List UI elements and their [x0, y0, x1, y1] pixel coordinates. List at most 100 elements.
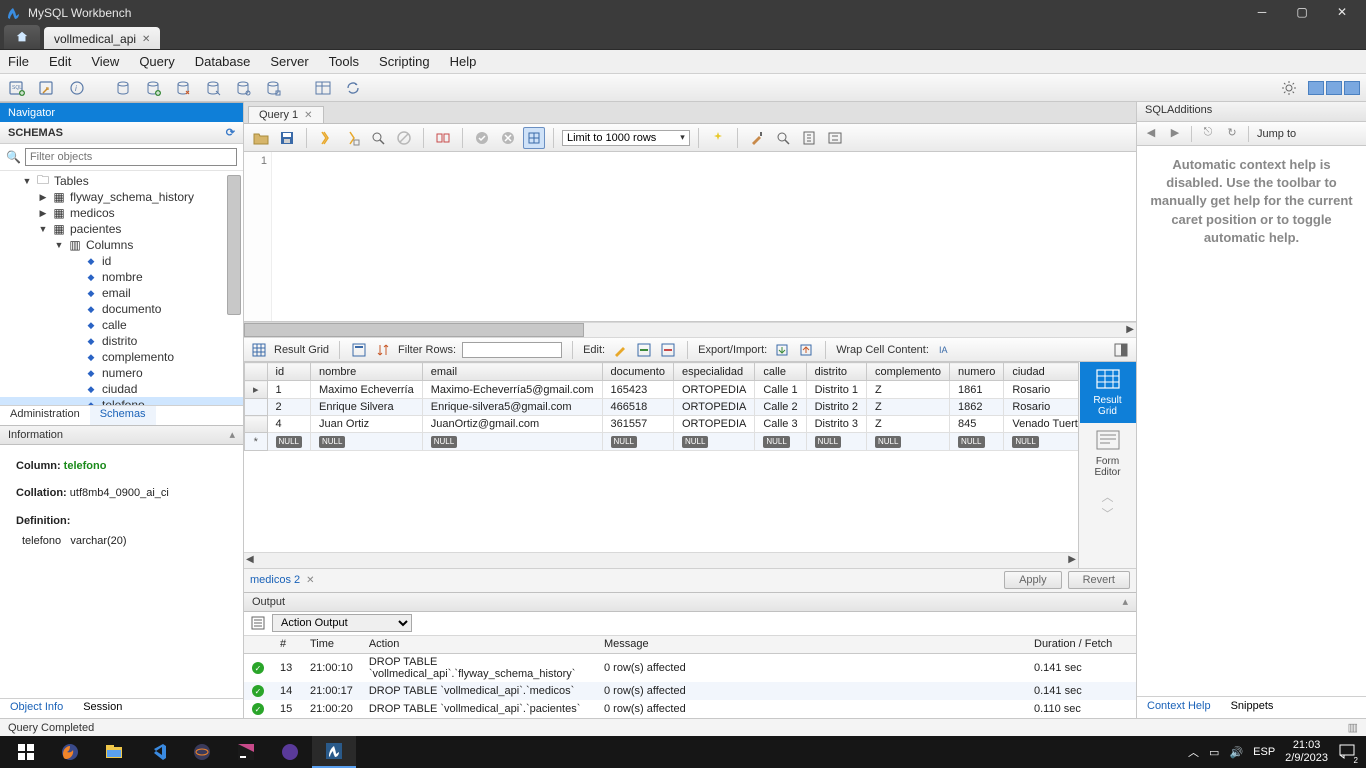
col-header-calle[interactable]: calle	[755, 363, 806, 381]
col-header-nombre[interactable]: nombre	[310, 363, 422, 381]
col-header-id[interactable]: id	[267, 363, 310, 381]
tray-lang[interactable]: ESP	[1253, 746, 1275, 758]
delete-row-icon[interactable]	[659, 341, 677, 359]
tree-table-2[interactable]: pacientes	[70, 222, 121, 236]
stop-icon[interactable]	[393, 127, 415, 149]
db-icon-2[interactable]	[142, 77, 164, 99]
row-selector[interactable]: *	[245, 433, 268, 451]
save-icon[interactable]	[276, 127, 298, 149]
editor-hscrollbar[interactable]: ▶	[244, 322, 1136, 338]
cell-documento[interactable]: 361557	[602, 416, 673, 433]
db-icon-3[interactable]	[172, 77, 194, 99]
menu-help[interactable]: Help	[450, 54, 477, 69]
execute-icon[interactable]	[315, 127, 337, 149]
settings-icon[interactable]	[1278, 77, 1300, 99]
cell-complemento[interactable]: Z	[867, 416, 950, 433]
import-icon[interactable]	[797, 341, 815, 359]
cell-null[interactable]: NULL	[950, 433, 1004, 451]
cell-distrito[interactable]: Distrito 3	[806, 416, 866, 433]
cell-id[interactable]: 1	[267, 381, 310, 399]
no-limit-icon[interactable]	[432, 127, 454, 149]
autocommit-icon[interactable]	[523, 127, 545, 149]
collapse-icon[interactable]: ▴	[229, 428, 235, 441]
cell-especialidad[interactable]: ORTOPEDIA	[673, 416, 754, 433]
col-7[interactable]: numero	[102, 366, 143, 380]
grid-hscrollbar[interactable]: ◀ ▶	[244, 552, 1078, 568]
result-grid[interactable]: id nombre email documento especialidad c…	[244, 362, 1078, 451]
reconnect-icon[interactable]	[342, 77, 364, 99]
tray-network-icon[interactable]: ▭	[1209, 746, 1219, 759]
close-result-tab-icon[interactable]: ✕	[306, 575, 314, 586]
cell-id[interactable]: 2	[267, 399, 310, 416]
close-button[interactable]: ✕	[1334, 5, 1350, 21]
execute-current-icon[interactable]	[341, 127, 363, 149]
col-header-numero[interactable]: numero	[950, 363, 1004, 381]
taskbar-insomnia[interactable]	[268, 736, 312, 768]
filter-rows-input[interactable]	[462, 342, 562, 358]
tree-table-1[interactable]: medicos	[70, 206, 115, 220]
taskbar-vscode[interactable]	[136, 736, 180, 768]
close-query-tab-icon[interactable]: ✕	[304, 110, 312, 121]
cell-complemento[interactable]: Z	[867, 381, 950, 399]
menu-tools[interactable]: Tools	[329, 54, 359, 69]
schema-tree[interactable]: ▼🗀Tables ▶▦flyway_schema_history ▶▦medic…	[0, 171, 243, 405]
nav-forward-icon[interactable]: ▶	[1167, 126, 1183, 142]
home-tab[interactable]	[4, 25, 40, 49]
mode-result-grid[interactable]: Result Grid	[1080, 362, 1136, 423]
mode-down-icon[interactable]: ﹀	[1101, 505, 1113, 522]
scroll-right-icon[interactable]: ▶	[1068, 554, 1076, 565]
cell-email[interactable]: Enrique-silvera5@gmail.com	[422, 399, 602, 416]
fullscreen-icon[interactable]	[1112, 341, 1130, 359]
sql-editor[interactable]: 1	[244, 152, 1136, 322]
db-icon-6[interactable]	[262, 77, 284, 99]
output-list-icon[interactable]	[250, 615, 266, 631]
db-icon-5[interactable]	[232, 77, 254, 99]
rollback-icon[interactable]	[497, 127, 519, 149]
col-5[interactable]: distrito	[102, 334, 137, 348]
cell-null[interactable]: NULL	[755, 433, 806, 451]
table-row-null[interactable]: *NULLNULLNULLNULLNULLNULLNULLNULLNULLNUL…	[245, 433, 1079, 451]
cell-documento[interactable]: 165423	[602, 381, 673, 399]
start-button[interactable]	[4, 736, 48, 768]
cell-ciudad[interactable]: Rosario	[1004, 381, 1078, 399]
col-header-documento[interactable]: documento	[602, 363, 673, 381]
beautify-icon[interactable]	[707, 127, 729, 149]
wrap-cell-icon[interactable]: IA	[935, 341, 953, 359]
tree-columns[interactable]: Columns	[86, 238, 133, 252]
cell-null[interactable]: NULL	[867, 433, 950, 451]
editor-code[interactable]	[272, 152, 1136, 321]
col-6[interactable]: complemento	[102, 350, 174, 364]
close-tab-icon[interactable]: ✕	[142, 34, 150, 45]
col-4[interactable]: calle	[102, 318, 127, 332]
cell-especialidad[interactable]: ORTOPEDIA	[673, 381, 754, 399]
tab-schemas[interactable]: Schemas	[90, 406, 156, 425]
output-row[interactable]: ✓1321:00:10DROP TABLE `vollmedical_api`.…	[244, 654, 1136, 683]
help-pin-icon[interactable]: ⎋	[1200, 126, 1216, 142]
cell-complemento[interactable]: Z	[867, 399, 950, 416]
toggle-bottom-panel[interactable]	[1326, 81, 1342, 95]
taskbar-intellij[interactable]	[224, 736, 268, 768]
cell-nombre[interactable]: Juan Ortiz	[310, 416, 422, 433]
scroll-right-icon[interactable]: ▶	[1126, 324, 1134, 335]
cell-null[interactable]: NULL	[806, 433, 866, 451]
cell-numero[interactable]: 1861	[950, 381, 1004, 399]
toggle-invisible-icon[interactable]	[798, 127, 820, 149]
cell-id[interactable]: 4	[267, 416, 310, 433]
cell-calle[interactable]: Calle 1	[755, 381, 806, 399]
find-icon[interactable]	[772, 127, 794, 149]
sort-icon[interactable]	[374, 341, 392, 359]
tab-session[interactable]: Session	[73, 699, 132, 718]
cell-ciudad[interactable]: Venado Tuerto	[1004, 416, 1078, 433]
tab-administration[interactable]: Administration	[0, 406, 90, 425]
col-0[interactable]: id	[102, 254, 111, 268]
cell-numero[interactable]: 1862	[950, 399, 1004, 416]
col-2[interactable]: email	[102, 286, 131, 300]
cell-distrito[interactable]: Distrito 1	[806, 381, 866, 399]
scrollbar-thumb[interactable]	[244, 323, 584, 337]
col-9[interactable]: telefono	[102, 398, 145, 405]
output-row[interactable]: ✓1421:00:17DROP TABLE `vollmedical_api`.…	[244, 682, 1136, 700]
tree-scrollbar[interactable]	[227, 175, 241, 315]
open-sql-icon[interactable]	[36, 77, 58, 99]
filter-icon[interactable]	[350, 341, 368, 359]
filter-objects-input[interactable]	[25, 148, 237, 166]
